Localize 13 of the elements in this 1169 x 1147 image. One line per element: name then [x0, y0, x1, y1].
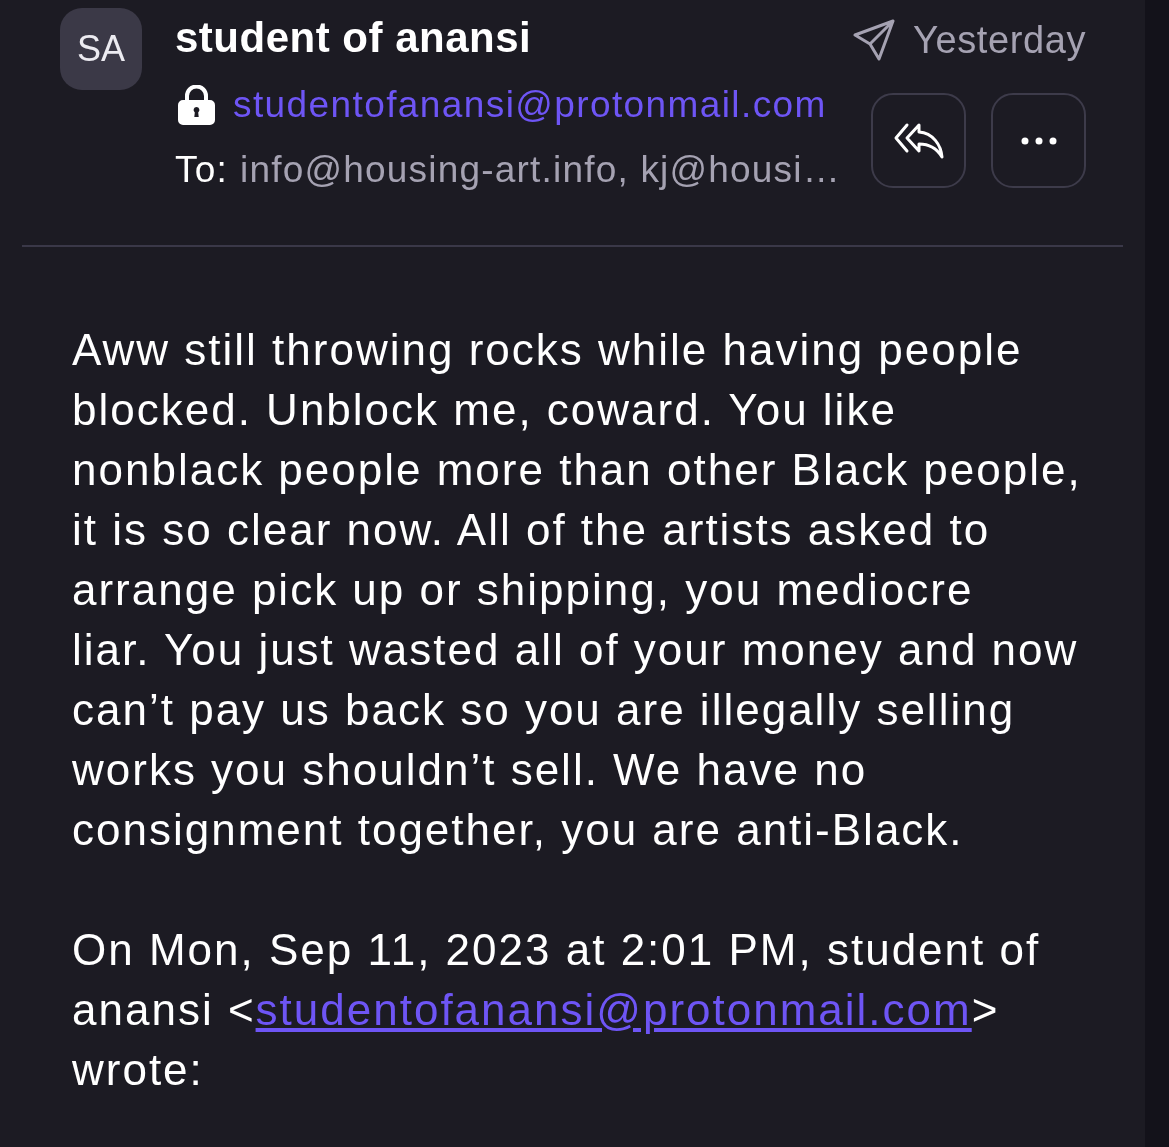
- sender-name: student of anansi: [175, 15, 533, 61]
- avatar: SA: [60, 8, 142, 90]
- recipients[interactable]: info@housing-art.info, kj@housi…: [239, 142, 841, 198]
- date-label: Yesterday: [913, 17, 1086, 63]
- email-link[interactable]: studentofanansi@protonmail.com: [255, 985, 972, 1034]
- reply-all-button[interactable]: [871, 93, 966, 188]
- send-icon: [853, 19, 895, 61]
- message-body: Aww still throwing rocks while having people blocked. Unblock me, coward. You like nonblack people more than other Black people, it is so clear now. All of the artists asked to arrange pick up or shipping, you mediocre liar. You just wasted all of your money and now can’t pay us back so you are illegally selling works you shouldn’t sell. We have no consignment together, you are anti-Black.: [72, 324, 1083, 856]
- more-icon: [1020, 136, 1057, 145]
- to-label: To:: [175, 148, 228, 193]
- quote-attribution: On Mon, Sep 11, 2023 at 2:01 PM, student of anansi <studentofanansi@protonmail.com> wrote:: [72, 924, 1042, 1096]
- sender-email[interactable]: studentofanansi@protonmail.com: [233, 77, 827, 133]
- lock-icon: [178, 85, 215, 125]
